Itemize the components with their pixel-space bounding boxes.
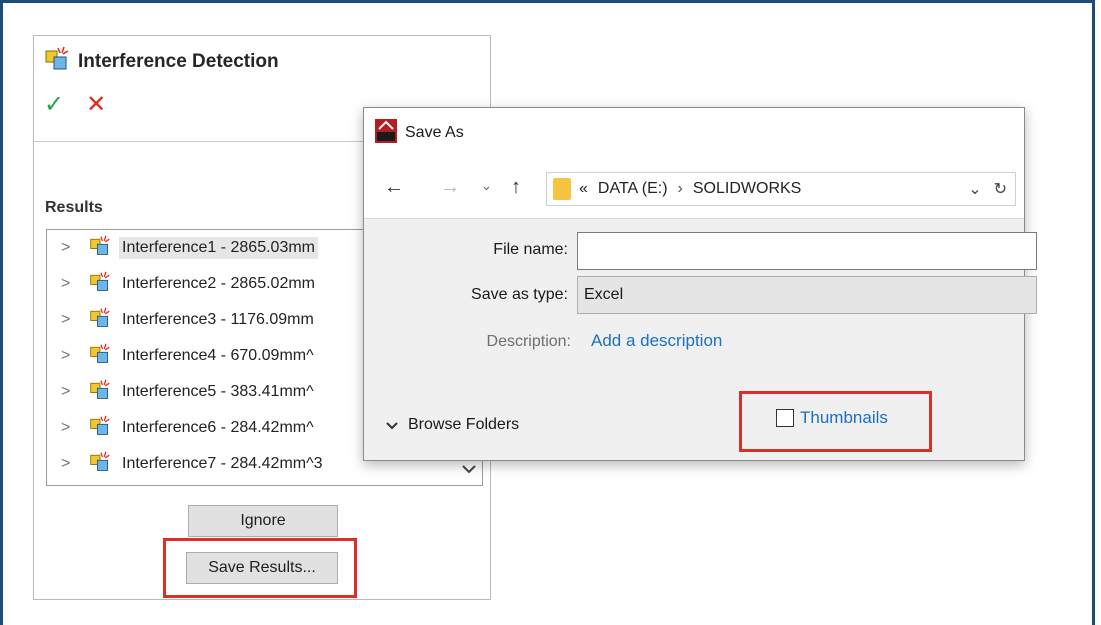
- refresh-icon[interactable]: ↻: [994, 179, 1007, 199]
- add-description-link[interactable]: Add a description: [591, 331, 722, 351]
- interference-icon: [89, 379, 111, 406]
- back-arrow-icon[interactable]: ←: [384, 176, 404, 199]
- list-item-label: Interference1 - 2865.03mm: [119, 237, 318, 259]
- file-name-input[interactable]: [577, 232, 1037, 270]
- browse-folders-label: Browse Folders: [408, 416, 520, 433]
- save-as-type-label: Save as type:: [471, 286, 568, 303]
- chevron-down-icon: [386, 417, 398, 433]
- panel-title: Interference Detection: [44, 46, 279, 78]
- results-label: Results: [45, 199, 103, 216]
- dialog-title: Save As: [405, 124, 464, 141]
- ok-cancel-group: ✓ ✕: [44, 92, 106, 118]
- solidworks-2021-icon: [375, 118, 397, 148]
- breadcrumb-separator-icon: ›: [677, 180, 683, 197]
- expand-chevron-icon[interactable]: >: [61, 275, 81, 293]
- save-as-type-select[interactable]: Excel: [577, 276, 1037, 314]
- list-item-label: Interference6 - 284.42mm^: [122, 419, 314, 436]
- list-item[interactable]: > Interference4 - 670.09mm^: [47, 340, 317, 372]
- interference-icon: [89, 307, 111, 334]
- interference-icon: [89, 271, 111, 298]
- list-item[interactable]: > Interference1 - 2865.03mm: [47, 232, 318, 264]
- address-bar[interactable]: « DATA (E:) › SOLIDWORKS ⌄ ↻: [546, 172, 1016, 206]
- expand-chevron-icon[interactable]: >: [61, 383, 81, 401]
- interference-icon: [89, 415, 111, 442]
- highlight-box-save-results: [163, 538, 357, 598]
- file-name-label: File name:: [493, 241, 568, 258]
- dialog-titlebar: Save As: [364, 108, 1024, 158]
- folder-icon: [553, 178, 571, 200]
- list-item[interactable]: > Interference7 - 284.42mm^3: [47, 448, 326, 480]
- list-item[interactable]: > Interference2 - 2865.02mm: [47, 268, 318, 300]
- forward-arrow-icon[interactable]: →: [440, 176, 460, 199]
- cancel-x-icon[interactable]: ✕: [86, 92, 106, 118]
- ok-check-icon[interactable]: ✓: [44, 92, 64, 118]
- interference-detection-icon: [44, 46, 70, 78]
- list-item[interactable]: > Interference5 - 383.41mm^: [47, 376, 317, 408]
- list-item-label: Interference5 - 383.41mm^: [122, 383, 314, 400]
- ignore-button[interactable]: Ignore: [188, 505, 338, 537]
- description-label: Description:: [486, 333, 571, 350]
- expand-chevron-icon[interactable]: >: [61, 311, 81, 329]
- address-controls: ⌄ ↻: [968, 179, 1007, 199]
- interference-icon: [89, 451, 111, 478]
- breadcrumb-data-drive[interactable]: DATA (E:): [598, 180, 668, 198]
- list-item[interactable]: > Interference6 - 284.42mm^: [47, 412, 317, 444]
- expand-chevron-icon[interactable]: >: [61, 455, 81, 473]
- address-overflow[interactable]: «: [579, 180, 588, 198]
- list-item[interactable]: > Interference3 - 1176.09mm: [47, 304, 317, 336]
- interference-icon: [89, 235, 111, 262]
- list-item-label: Interference2 - 2865.02mm: [122, 275, 315, 292]
- expand-chevron-icon[interactable]: >: [61, 419, 81, 437]
- recent-locations-chevron-icon[interactable]: ⌄: [481, 178, 492, 194]
- list-item-label: Interference4 - 670.09mm^: [122, 347, 314, 364]
- browse-folders-toggle[interactable]: Browse Folders: [386, 416, 519, 434]
- dialog-navigation-bar: ← → ⌄ ↑ « DATA (E:) › SOLIDWORKS ⌄ ↻: [364, 158, 1024, 219]
- interference-icon: [89, 343, 111, 370]
- list-item-label: Interference3 - 1176.09mm: [122, 311, 314, 328]
- list-item-label: Interference7 - 284.42mm^3: [122, 455, 323, 472]
- panel-title-text: Interference Detection: [78, 51, 279, 72]
- expand-chevron-icon[interactable]: >: [61, 239, 81, 257]
- up-arrow-icon[interactable]: ↑: [511, 176, 521, 199]
- address-dropdown-chevron-icon[interactable]: ⌄: [968, 179, 981, 199]
- scroll-down-icon[interactable]: [462, 461, 476, 477]
- save-as-dialog: Save As ← → ⌄ ↑ « DATA (E:) › SOLIDWORKS…: [363, 107, 1037, 461]
- breadcrumb-solidworks[interactable]: SOLIDWORKS: [693, 180, 801, 198]
- expand-chevron-icon[interactable]: >: [61, 347, 81, 365]
- highlight-box-thumbnails: [739, 391, 932, 452]
